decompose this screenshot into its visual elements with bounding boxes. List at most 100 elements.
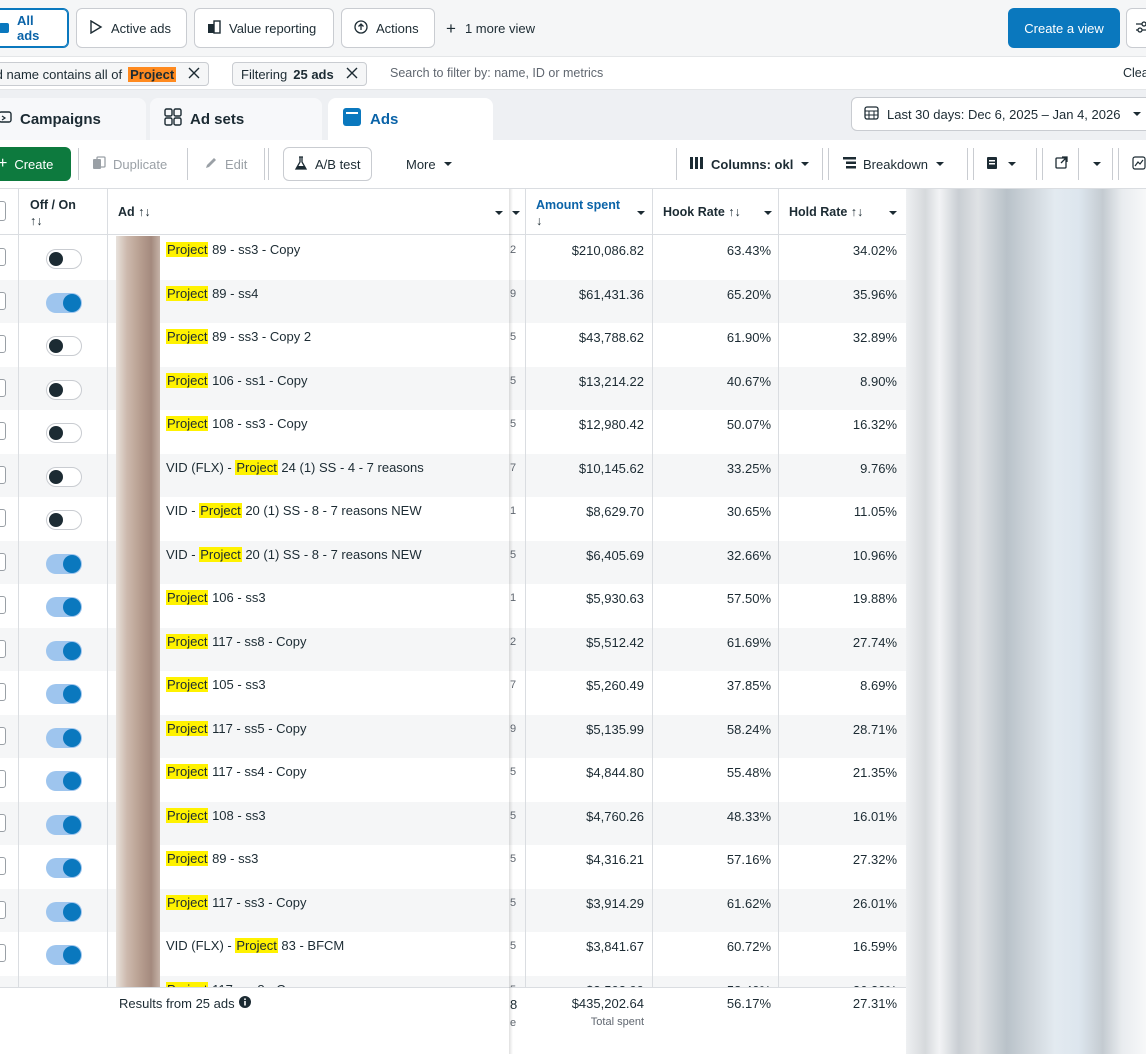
row-checkbox[interactable] — [0, 726, 6, 745]
export-button[interactable] — [1045, 147, 1078, 181]
hook-rate-average: 56.17% — [726, 996, 771, 1011]
header-hidden-menu[interactable] — [512, 207, 520, 221]
delivery-toggle[interactable] — [46, 553, 82, 574]
delivery-toggle[interactable] — [46, 597, 82, 617]
delivery-toggle[interactable] — [46, 640, 82, 661]
delivery-toggle[interactable] — [46, 510, 82, 530]
delivery-toggle[interactable] — [46, 336, 82, 356]
tab-campaigns[interactable]: Campaigns — [0, 98, 146, 140]
ad-name[interactable]: Project 117 - ss8 - Copy — [166, 633, 307, 649]
reports-button[interactable] — [976, 147, 1027, 181]
export-menu-button[interactable] — [1082, 147, 1112, 181]
delivery-toggle[interactable] — [46, 771, 82, 791]
delivery-toggle[interactable] — [46, 379, 82, 400]
ad-name[interactable]: Project 117 - ss4 - Copy — [166, 764, 307, 779]
row-checkbox[interactable] — [0, 857, 6, 875]
info-icon[interactable] — [238, 996, 251, 1011]
close-icon[interactable] — [346, 67, 358, 82]
header-hook-menu[interactable] — [763, 207, 773, 221]
row-checkbox[interactable] — [0, 422, 6, 440]
delivery-toggle[interactable] — [46, 292, 82, 313]
header-amount-spent[interactable]: Amount spent ↓ — [536, 198, 620, 228]
delivery-toggle[interactable] — [46, 249, 82, 269]
select-all-checkbox[interactable] — [0, 201, 6, 221]
row-checkbox[interactable] — [0, 900, 6, 919]
ad-name[interactable]: Project 108 - ss3 — [166, 807, 266, 823]
chart-button[interactable] — [1122, 147, 1146, 181]
duplicate-button[interactable]: Duplicate — [82, 147, 177, 181]
row-checkbox[interactable] — [0, 944, 6, 962]
delivery-toggle[interactable] — [46, 901, 82, 922]
delivery-toggle[interactable] — [46, 814, 82, 835]
row-checkbox[interactable] — [0, 596, 6, 614]
hook-rate-cell: 48.33% — [726, 808, 771, 824]
delivery-toggle[interactable] — [46, 684, 82, 704]
header-hold-rate[interactable]: Hold Rate ↑↓ — [789, 205, 863, 219]
row-checkbox[interactable] — [0, 465, 6, 484]
header-hook-rate[interactable]: Hook Rate ↑↓ — [663, 205, 741, 219]
row-checkbox[interactable] — [0, 813, 6, 832]
filter-chip-ad-name[interactable]: Ad name contains all of Project — [0, 62, 210, 86]
ad-name[interactable]: VID (FLX) - Project 83 - BFCM — [166, 938, 344, 953]
delivery-toggle[interactable] — [46, 727, 82, 748]
header-amount-menu[interactable] — [636, 207, 646, 221]
delivery-toggle[interactable] — [46, 858, 82, 878]
ad-name[interactable]: Project 117 - ss5 - Copy — [166, 720, 307, 736]
toolbar-divider — [264, 148, 265, 180]
amount-spent-cell: $43,788.62 — [578, 330, 644, 345]
header-ad-menu[interactable] — [494, 207, 504, 221]
ad-name[interactable]: Project 108 - ss3 - Copy — [166, 416, 307, 431]
ad-name[interactable]: Project 89 - ss4 — [166, 285, 258, 301]
header-ad[interactable]: Ad ↑↓ — [118, 205, 151, 219]
columns-button[interactable]: Columns: okl — [680, 147, 820, 181]
ad-name[interactable]: VID - Project 20 (1) SS - 8 - 7 reasons … — [166, 503, 422, 518]
row-checkbox[interactable] — [0, 683, 6, 701]
view-settings-button[interactable] — [1126, 8, 1146, 48]
ad-name[interactable]: Project 89 - ss3 — [166, 851, 258, 866]
toolbar-divider — [967, 148, 968, 180]
views-bar: All ads Active ads Value reporting Actio… — [0, 0, 1146, 56]
filter-chip-count[interactable]: Filtering 25 ads — [232, 62, 367, 86]
filter-search-input[interactable]: Search to filter by: name, ID or metrics — [390, 66, 603, 80]
tab-ads[interactable]: Ads — [328, 98, 493, 140]
hook-rate-cell: 63.43% — [726, 243, 771, 258]
delivery-toggle[interactable] — [46, 423, 82, 443]
date-range-picker[interactable]: Last 30 days: Dec 6, 2025 – Jan 4, 2026 — [851, 97, 1146, 131]
create-view-button[interactable]: Create a view — [1008, 8, 1120, 48]
view-active-ads[interactable]: Active ads — [76, 8, 187, 48]
ab-test-button[interactable]: A/B test — [283, 147, 372, 181]
clear-filters-link[interactable]: Clear — [1123, 66, 1146, 80]
breakdown-button[interactable]: Breakdown — [833, 147, 955, 181]
ad-name[interactable]: VID - Project 20 (1) SS - 8 - 7 reasons … — [166, 546, 422, 562]
ad-name[interactable]: Project 105 - ss3 — [166, 677, 266, 692]
view-actions[interactable]: Actions — [341, 8, 435, 48]
header-hold-menu[interactable] — [888, 207, 898, 221]
row-checkbox[interactable] — [0, 335, 6, 353]
view-value-reporting[interactable]: Value reporting — [194, 8, 334, 48]
delivery-toggle[interactable] — [46, 466, 82, 487]
ad-name[interactable]: Project 89 - ss3 - Copy 2 — [166, 329, 311, 344]
row-checkbox[interactable] — [0, 552, 6, 571]
header-off-on[interactable]: Off / On ↑↓ — [30, 198, 76, 228]
view-all-ads[interactable]: All ads — [0, 8, 69, 48]
create-button[interactable]: + Create — [0, 147, 71, 181]
delivery-toggle[interactable] — [46, 945, 82, 965]
close-icon[interactable] — [188, 67, 200, 82]
more-views-button[interactable]: + 1 more view — [446, 8, 535, 48]
ad-name[interactable]: VID (FLX) - Project 24 (1) SS - 4 - 7 re… — [166, 459, 424, 475]
tab-ad-sets[interactable]: Ad sets — [150, 98, 322, 140]
edit-button[interactable]: Edit — [194, 147, 257, 181]
ad-name-suffix: 89 - ss3 — [208, 851, 259, 866]
ad-name[interactable]: Project 117 - ss3 - Copy — [166, 894, 307, 910]
ad-name[interactable]: Project 106 - ss3 — [166, 590, 266, 605]
row-checkbox[interactable] — [0, 291, 6, 310]
row-checkbox[interactable] — [0, 248, 6, 266]
row-checkbox[interactable] — [0, 770, 6, 788]
ad-name[interactable]: Project 106 - ss1 - Copy — [166, 372, 307, 388]
more-button[interactable]: More — [396, 147, 463, 181]
row-checkbox[interactable] — [0, 509, 6, 527]
filter-chip-count-label: Filtering — [241, 66, 288, 82]
row-checkbox[interactable] — [0, 639, 6, 658]
row-checkbox[interactable] — [0, 378, 6, 397]
ad-name[interactable]: Project 89 - ss3 - Copy — [166, 242, 300, 257]
